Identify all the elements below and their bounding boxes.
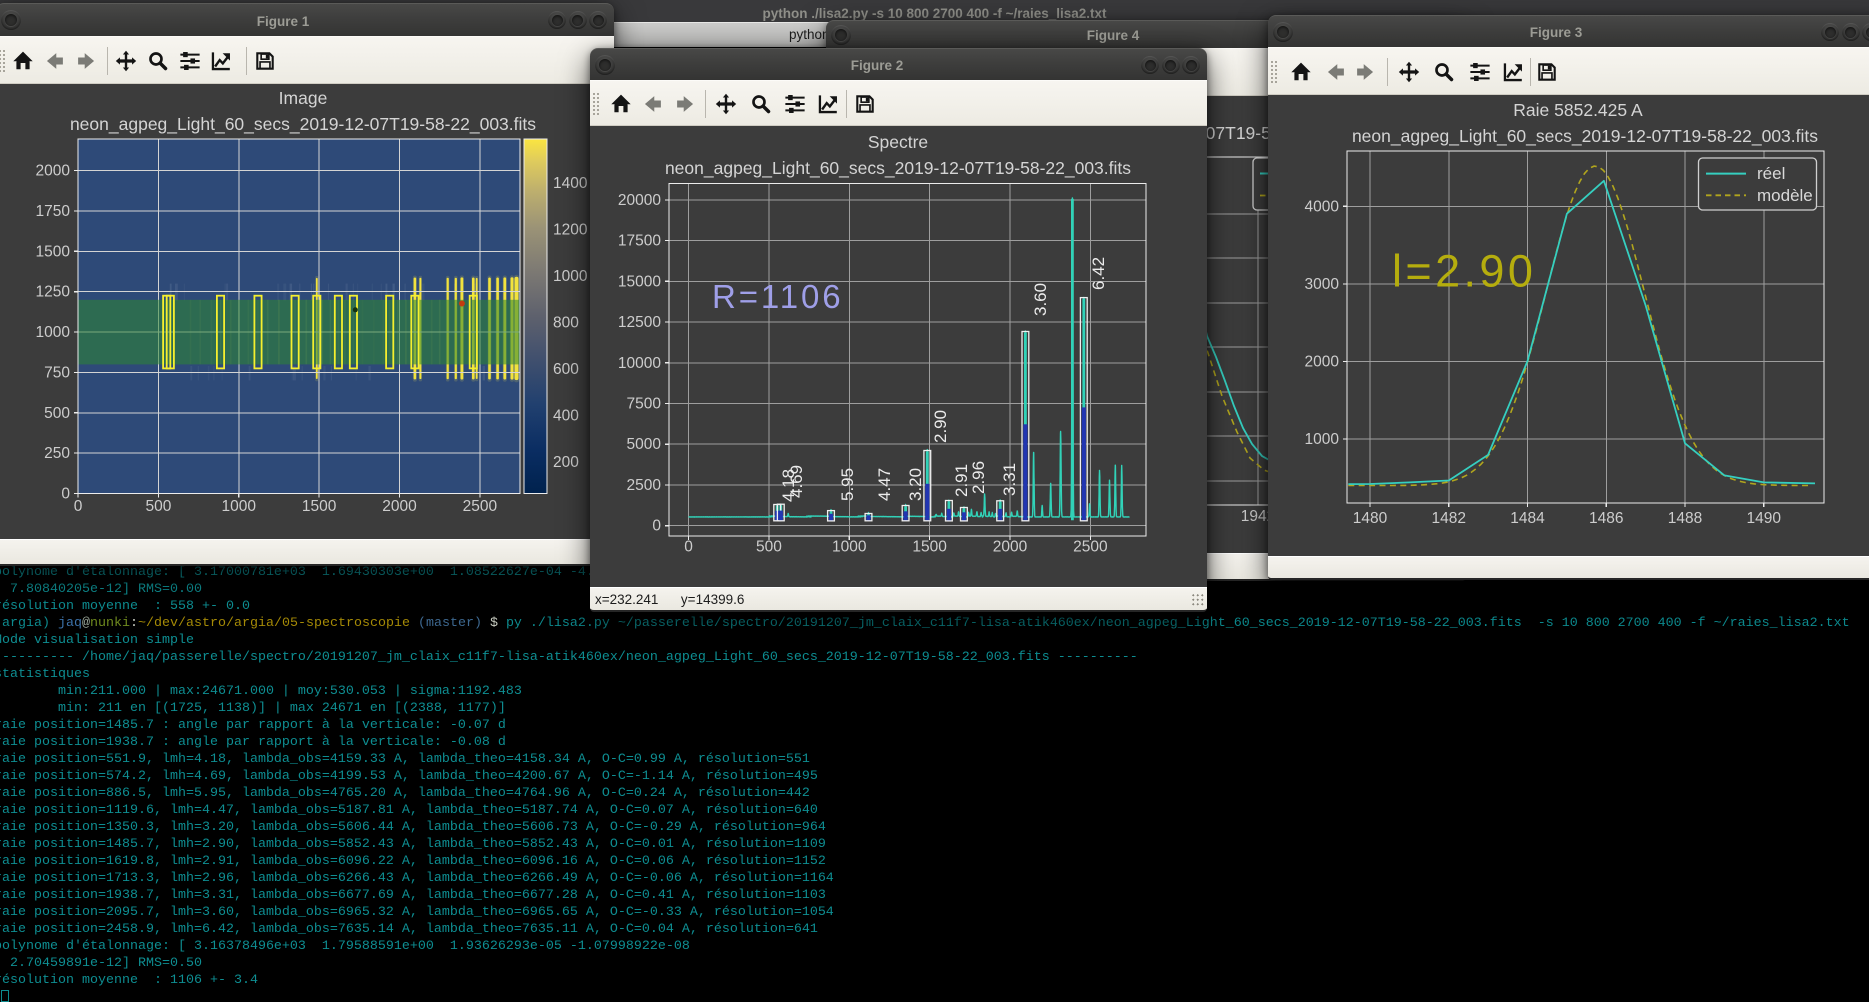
svg-text:1000: 1000 xyxy=(222,498,257,515)
svg-text:2000: 2000 xyxy=(36,163,71,180)
svg-text:4.69: 4.69 xyxy=(787,465,806,498)
svg-text:R=1106: R=1106 xyxy=(712,278,843,315)
svg-text:750: 750 xyxy=(44,364,70,381)
svg-text:1500: 1500 xyxy=(302,498,337,515)
svg-text:3.31: 3.31 xyxy=(1000,463,1019,496)
svg-text:3000: 3000 xyxy=(1305,276,1340,293)
svg-text:3.60: 3.60 xyxy=(1031,283,1050,316)
svg-text:200: 200 xyxy=(553,454,579,471)
svg-text:1200: 1200 xyxy=(553,222,588,239)
svg-text:2500: 2500 xyxy=(1073,539,1108,556)
svg-text:1490: 1490 xyxy=(1747,510,1782,527)
svg-text:1400: 1400 xyxy=(553,175,588,192)
svg-text:3.20: 3.20 xyxy=(906,468,925,501)
svg-text:1000: 1000 xyxy=(553,268,588,285)
svg-text:17500: 17500 xyxy=(618,233,661,250)
svg-text:neon_agpeg_Light_60_secs_2019-: neon_agpeg_Light_60_secs_2019-12-07T19-5… xyxy=(70,114,536,135)
svg-text:0: 0 xyxy=(74,498,83,515)
svg-text:neon_agpeg_Light_60_secs_2019-: neon_agpeg_Light_60_secs_2019-12-07T19-5… xyxy=(665,158,1131,179)
svg-text:1250: 1250 xyxy=(36,284,71,301)
svg-text:10000: 10000 xyxy=(618,355,661,372)
svg-text:2000: 2000 xyxy=(993,539,1028,556)
svg-text:1488: 1488 xyxy=(1668,510,1702,527)
svg-text:2500: 2500 xyxy=(463,498,498,515)
svg-text:2000: 2000 xyxy=(1305,353,1340,370)
svg-text:0: 0 xyxy=(652,518,661,535)
svg-text:Spectre: Spectre xyxy=(868,132,928,152)
svg-text:l=2.90: l=2.90 xyxy=(1392,245,1536,296)
svg-text:20000: 20000 xyxy=(618,192,661,209)
svg-text:4000: 4000 xyxy=(1305,198,1340,215)
svg-text:500: 500 xyxy=(44,405,70,422)
svg-text:6.42: 6.42 xyxy=(1089,257,1108,290)
svg-text:1750: 1750 xyxy=(36,203,71,220)
svg-text:1500: 1500 xyxy=(36,243,71,260)
svg-text:250: 250 xyxy=(44,445,70,462)
svg-text:500: 500 xyxy=(145,498,171,515)
svg-text:5000: 5000 xyxy=(627,436,662,453)
svg-text:5.95: 5.95 xyxy=(838,468,857,501)
svg-text:1480: 1480 xyxy=(1353,510,1388,527)
svg-text:0: 0 xyxy=(684,539,693,556)
svg-text:1482: 1482 xyxy=(1432,510,1466,527)
svg-text:7500: 7500 xyxy=(627,396,662,413)
svg-text:1000: 1000 xyxy=(36,324,71,341)
svg-text:2500: 2500 xyxy=(627,477,662,494)
svg-text:0: 0 xyxy=(61,486,70,503)
svg-text:800: 800 xyxy=(553,315,579,332)
svg-text:Image: Image xyxy=(279,88,328,108)
svg-text:2.96: 2.96 xyxy=(969,461,988,494)
svg-text:400: 400 xyxy=(553,408,579,425)
svg-text:réel: réel xyxy=(1757,164,1785,183)
svg-text:12500: 12500 xyxy=(618,314,661,331)
svg-text:Raie 5852.425 A: Raie 5852.425 A xyxy=(1513,100,1643,120)
svg-text:1486: 1486 xyxy=(1589,510,1623,527)
svg-text:4.47: 4.47 xyxy=(875,468,894,501)
svg-text:1500: 1500 xyxy=(912,539,947,556)
svg-text:15000: 15000 xyxy=(618,273,661,290)
svg-text:600: 600 xyxy=(553,361,579,378)
svg-text:modèle: modèle xyxy=(1757,186,1813,205)
svg-text:neon_agpeg_Light_60_secs_2019-: neon_agpeg_Light_60_secs_2019-12-07T19-5… xyxy=(1352,126,1818,147)
svg-text:1000: 1000 xyxy=(832,539,867,556)
svg-text:1484: 1484 xyxy=(1510,510,1545,527)
svg-text:2.90: 2.90 xyxy=(931,410,950,443)
svg-text:500: 500 xyxy=(756,539,782,556)
svg-text:2000: 2000 xyxy=(382,498,417,515)
svg-text:1000: 1000 xyxy=(1305,431,1340,448)
